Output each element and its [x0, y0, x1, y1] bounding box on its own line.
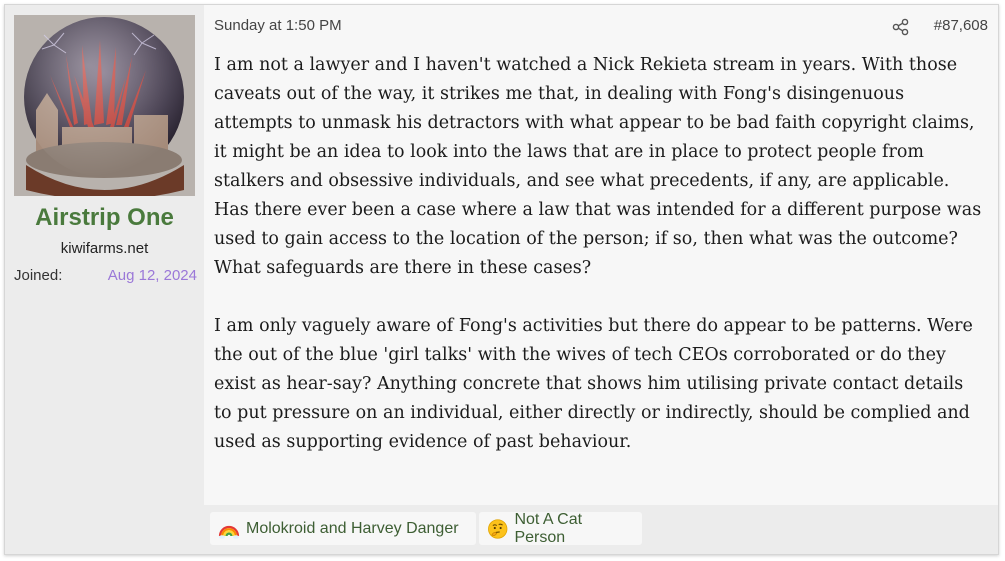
- username-link[interactable]: Airstrip One: [5, 204, 204, 232]
- post-paragraph: I am only vaguely aware of Fong's activi…: [214, 316, 973, 452]
- user-info-column: Airstrip One kiwifarms.net Joined: Aug 1…: [5, 5, 204, 554]
- reaction-rainbow[interactable]: Molokroid and Harvey Danger: [210, 512, 476, 545]
- reaction-thinking[interactable]: Not A Cat Person: [479, 510, 642, 546]
- joined-label: Joined:: [14, 267, 63, 284]
- user-title: kiwifarms.net: [60, 240, 149, 257]
- post-number-link[interactable]: #87,608: [934, 17, 988, 34]
- avatar[interactable]: [14, 15, 195, 196]
- rainbow-icon: [218, 525, 240, 539]
- forum-post: Airstrip One kiwifarms.net Joined: Aug 1…: [4, 4, 999, 555]
- snow-globe-image: [14, 15, 195, 196]
- thinking-face-icon: [488, 518, 508, 539]
- joined-date: Aug 12, 2024: [107, 267, 197, 284]
- share-icon[interactable]: [892, 18, 910, 36]
- post-date-link[interactable]: Sunday at 1:50 PM: [214, 17, 342, 34]
- reaction-label: Molokroid and Harvey Danger: [246, 519, 459, 537]
- post-body: I am not a lawyer and I haven't watched …: [214, 51, 984, 457]
- post-content: Sunday at 1:50 PM #87,608 I am not a law…: [204, 5, 998, 505]
- post-paragraph: I am not a lawyer and I haven't watched …: [214, 55, 982, 278]
- reaction-label: Not A Cat Person: [514, 510, 583, 546]
- reactions-bar: Molokroid and Harvey Danger Not A Cat Pe…: [204, 505, 998, 554]
